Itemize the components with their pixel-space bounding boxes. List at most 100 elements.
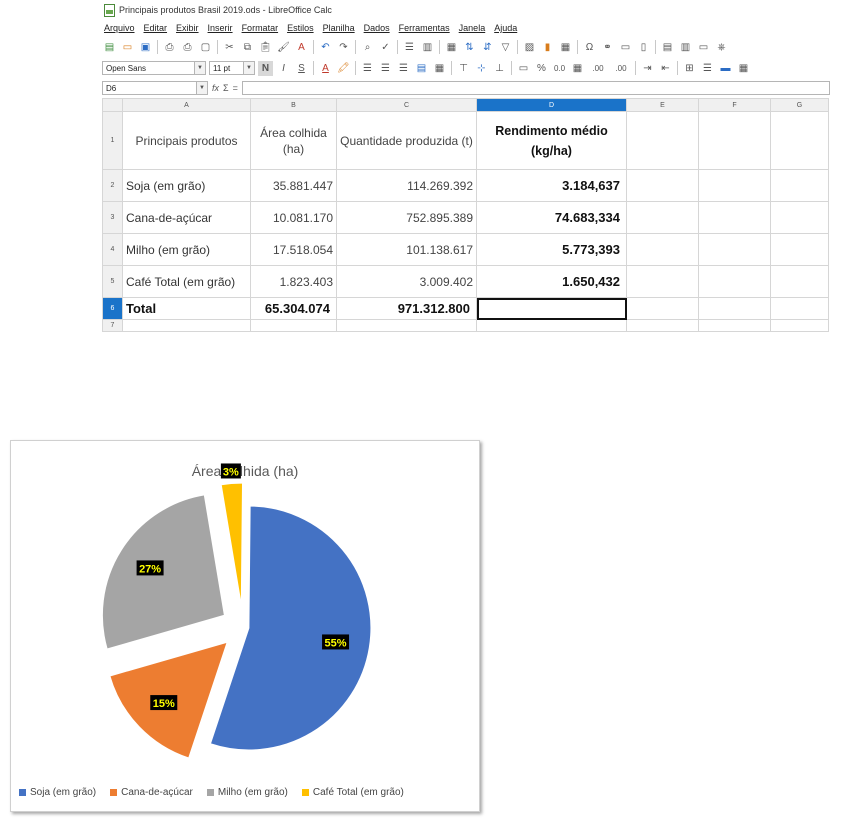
add-decimal-button[interactable]: .00 [588,61,608,76]
cell[interactable] [770,201,829,234]
align-right-icon[interactable]: ☰ [396,61,411,76]
column-header-g[interactable]: G [770,98,829,112]
cell[interactable] [770,111,829,170]
menu-editar[interactable]: Editar [144,23,168,33]
percent-format-button[interactable]: % [534,61,549,76]
cell-d2[interactable]: 3.184,637 [476,169,627,202]
row-header[interactable]: 5 [102,265,123,298]
menu-formatar[interactable]: Formatar [242,23,279,33]
menu-exibir[interactable]: Exibir [176,23,199,33]
corner-cell[interactable] [102,98,123,112]
cell[interactable] [626,265,699,298]
cell-a3[interactable]: Cana-de-açúcar [122,201,251,234]
cell-c6[interactable]: 971.312.800 [336,297,477,320]
border-style-icon[interactable]: ☰ [700,61,715,76]
bold-button[interactable]: N [258,60,273,76]
currency-format-icon[interactable]: ▭ [516,61,531,76]
align-left-icon[interactable]: ☰ [360,61,375,76]
cell-a4[interactable]: Milho (em grão) [122,233,251,266]
cell[interactable] [626,297,699,320]
column-header-a[interactable]: A [122,98,251,112]
spellcheck-icon[interactable]: ✓ [378,40,393,55]
italic-button[interactable]: I [276,61,291,76]
column-header-b[interactable]: B [250,98,337,112]
find-replace-icon[interactable]: ⌕ [360,40,375,55]
cell[interactable] [698,233,771,266]
cell[interactable] [770,265,829,298]
row-header-selected[interactable]: 6 [102,297,123,320]
save-icon[interactable]: ▣ [138,40,153,55]
merge-center-icon[interactable]: ▦ [432,61,447,76]
menu-ajuda[interactable]: Ajuda [494,23,517,33]
cell-a5[interactable]: Café Total (em grão) [122,265,251,298]
menu-estilos[interactable]: Estilos [287,23,314,33]
cell-a1[interactable]: Principais produtos [122,111,251,170]
row-header[interactable]: 2 [102,169,123,202]
highlight-color-icon[interactable]: 🖍︎ [336,61,351,76]
cell[interactable] [698,319,771,332]
border-color-icon[interactable]: ▬ [718,61,733,76]
cell[interactable] [626,111,699,170]
cell-d5[interactable]: 1.650,432 [476,265,627,298]
cell[interactable] [336,319,477,332]
sum-button[interactable]: Σ [223,83,229,93]
menu-janela[interactable]: Janela [459,23,486,33]
font-name-select[interactable]: Open Sans ▼ [102,61,206,75]
row-header[interactable]: 1 [102,111,123,170]
menu-ferramentas[interactable]: Ferramentas [399,23,450,33]
align-bottom-icon[interactable]: ⊥ [492,61,507,76]
paste-icon[interactable]: 📋︎ [258,40,273,55]
cut-icon[interactable]: ✂ [222,40,237,55]
cell[interactable] [626,169,699,202]
clone-format-icon[interactable]: 🖌︎ [276,40,291,55]
number-format-button[interactable]: 0.0 [552,61,567,76]
menu-planilha[interactable]: Planilha [323,23,355,33]
center-vertically-icon[interactable]: ⊹ [474,61,489,76]
cell-d1[interactable]: Rendimento médio (kg/ha) [476,111,627,170]
insert-image-icon[interactable]: ▨ [522,40,537,55]
undo-icon[interactable]: ↶ [318,40,333,55]
cell[interactable] [626,201,699,234]
font-color-button[interactable]: A [318,61,333,76]
cell-d4[interactable]: 5.773,393 [476,233,627,266]
conditional-format-icon[interactable]: ▦ [736,61,751,76]
cell[interactable] [770,169,829,202]
cell-c1[interactable]: Quantidade produzida (t) [336,111,477,170]
column-icon[interactable]: ▥ [420,40,435,55]
pivot-table-icon[interactable]: ▦ [558,40,573,55]
cell-d3[interactable]: 74.683,334 [476,201,627,234]
cell-c4[interactable]: 101.138.617 [336,233,477,266]
borders-icon[interactable]: ⊞ [682,61,697,76]
open-folder-icon[interactable]: ▭ [120,40,135,55]
cell-b4[interactable]: 17.518.054 [250,233,337,266]
header-footer-icon[interactable]: ▯ [636,40,651,55]
cell-b5[interactable]: 1.823.403 [250,265,337,298]
cell[interactable] [698,169,771,202]
clear-format-icon[interactable]: A [294,40,309,55]
pie-chart[interactable]: Área colhida (ha) 55% 15% 27% 3% Soja (em g… [10,440,480,812]
font-size-select[interactable]: 11 pt ▼ [209,61,255,75]
cell-b1[interactable]: Área colhida (ha) [250,111,337,170]
insert-chart-icon[interactable]: ▮ [540,40,555,55]
align-top-icon[interactable]: ⊤ [456,61,471,76]
cell[interactable] [250,319,337,332]
align-center-icon[interactable]: ☰ [378,61,393,76]
define-print-area-icon[interactable]: ▤ [660,40,675,55]
menu-arquivo[interactable]: Arquivo [104,23,135,33]
underline-button[interactable]: S [294,61,309,76]
new-document-icon[interactable]: ▤ [102,40,117,55]
menu-dados[interactable]: Dados [364,23,390,33]
cell[interactable] [476,319,627,332]
menu-inserir[interactable]: Inserir [208,23,233,33]
cell[interactable] [698,111,771,170]
increase-indent-icon[interactable]: ⇥ [640,61,655,76]
sort-descending-icon[interactable]: ⇵ [480,40,495,55]
column-header-f[interactable]: F [698,98,771,112]
cell[interactable] [770,297,829,320]
cell[interactable] [698,297,771,320]
cell-b6[interactable]: 65.304.074 [250,297,337,320]
cell[interactable] [698,265,771,298]
cell[interactable] [626,319,699,332]
row-header[interactable]: 7 [102,319,123,332]
formula-equals-button[interactable]: = [233,83,238,93]
